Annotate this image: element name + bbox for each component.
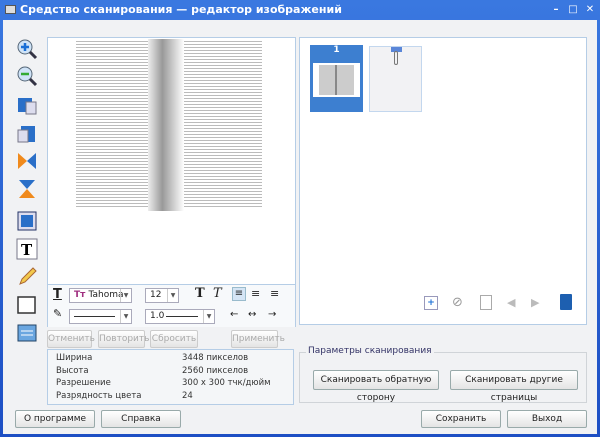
flip-horizontal-icon[interactable]	[16, 150, 38, 172]
info-label: Разрешение	[56, 378, 111, 388]
save-button[interactable]: Сохранить	[421, 410, 501, 428]
line-width-select[interactable]: 1.0 ▼	[145, 309, 215, 324]
apply-button[interactable]: Применить	[231, 330, 285, 348]
bold-button[interactable]: T	[195, 286, 205, 301]
align-center-button[interactable]: ≡	[251, 287, 260, 300]
help-button[interactable]: Справка	[101, 410, 181, 428]
about-button[interactable]: О программе	[15, 410, 95, 428]
window-title: Средство сканирования — редактор изображ…	[20, 3, 342, 16]
info-value: 3448 пикселов	[182, 353, 249, 363]
reset-button[interactable]: Сбросить	[150, 330, 198, 348]
resize-icon[interactable]	[16, 322, 38, 344]
scan-params-title: Параметры сканирования	[306, 346, 434, 356]
close-button[interactable]: ✕	[584, 4, 596, 16]
recycle-bin-icon[interactable]	[560, 294, 572, 310]
pencil-icon[interactable]	[16, 266, 38, 288]
info-value: 300 x 300 тчк/дюйм	[182, 378, 271, 388]
scan-other-pages-button[interactable]: Сканировать другие страницы	[450, 370, 578, 403]
line-style-select[interactable]: ▼	[69, 309, 132, 324]
font-select[interactable]: Tт Tahoma ▼	[69, 288, 132, 303]
info-label: Разрядность цвета	[56, 390, 142, 401]
svg-text:T: T	[21, 241, 33, 259]
rectangle-icon[interactable]	[16, 294, 38, 316]
flip-vertical-icon[interactable]	[16, 178, 38, 200]
minimize-button[interactable]: –	[550, 4, 562, 16]
image-info: Ширина 3448 пикселов Высота 2560 пикселов …	[47, 349, 294, 405]
pages-panel: 1 + ⊘ ◀ ▶	[299, 37, 587, 325]
client-area: T T Tт Tahoma ▼ 12 ▼ T T ≡ ≡ ≡ ✎ ▼ 1.0 ▼ ← …	[3, 20, 597, 434]
image-preview-panel: T Tт Tahoma ▼ 12 ▼ T T ≡ ≡ ≡ ✎ ▼ 1.0 ▼ ← ↔ …	[47, 37, 296, 327]
page-thumbnail-1[interactable]: 1	[310, 45, 363, 112]
scan-back-side-button[interactable]: Сканировать обратную сторону	[313, 370, 439, 403]
align-right-button[interactable]: ≡	[270, 287, 279, 300]
clip-page-icon[interactable]	[480, 295, 492, 310]
arrow-both-icon[interactable]: ↔	[248, 309, 256, 320]
info-value: 2560 пикселов	[182, 365, 249, 376]
rotate-icon[interactable]	[16, 122, 38, 144]
font-size-select[interactable]: 12 ▼	[145, 288, 179, 303]
next-page-icon[interactable]: ▶	[531, 296, 539, 309]
scanned-image[interactable]	[76, 39, 264, 211]
select-area-icon[interactable]	[16, 210, 38, 232]
text-tool-icon[interactable]: T	[16, 238, 38, 260]
format-toolbar: T Tт Tahoma ▼ 12 ▼ T T ≡ ≡ ≡ ✎ ▼ 1.0 ▼ ← ↔ …	[48, 284, 295, 327]
info-label: Ширина	[56, 353, 93, 363]
arrow-left-icon[interactable]: ←	[230, 309, 238, 320]
prev-page-icon[interactable]: ◀	[507, 296, 515, 309]
zoom-in-icon[interactable]	[16, 38, 38, 60]
scanner-icon	[5, 5, 16, 14]
exit-button[interactable]: Выход	[507, 410, 587, 428]
line-color-icon[interactable]: ✎	[53, 307, 62, 320]
window: Средство сканирования — редактор изображ…	[0, 0, 600, 437]
info-label: Высота	[56, 365, 89, 376]
align-left-button[interactable]: ≡	[232, 287, 246, 301]
zoom-out-icon[interactable]	[16, 65, 38, 87]
italic-button[interactable]: T	[213, 286, 222, 301]
maximize-button[interactable]: □	[567, 4, 579, 16]
text-color-icon[interactable]: T	[53, 287, 62, 302]
redo-button[interactable]: Повторить	[98, 330, 149, 348]
undo-button[interactable]: Отменить	[47, 330, 95, 348]
add-page-button[interactable]: +	[424, 296, 438, 310]
add-page-thumbnail[interactable]	[369, 46, 422, 112]
delete-page-icon[interactable]: ⊘	[452, 295, 463, 310]
arrow-right-icon[interactable]: →	[268, 309, 276, 320]
title-bar: Средство сканирования — редактор изображ…	[0, 0, 600, 20]
thumbnail-number: 1	[333, 45, 340, 55]
info-value: 24	[182, 390, 193, 401]
crop-icon[interactable]	[16, 94, 38, 116]
